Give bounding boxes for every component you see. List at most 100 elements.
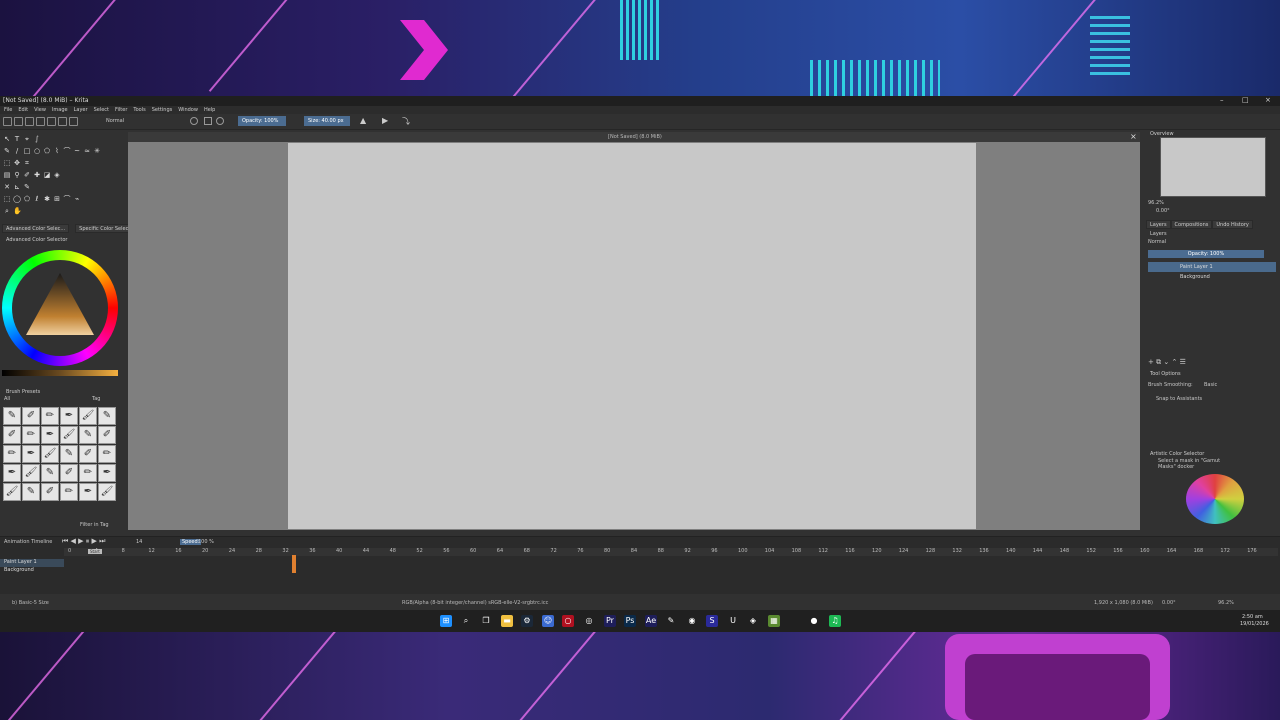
multibrush-icon[interactable]: ✳ [93, 147, 101, 155]
wrap-around-icon[interactable]: ⤵ [402, 116, 410, 127]
unreal-icon[interactable]: U [727, 615, 739, 627]
search-icon[interactable]: ⌕ [460, 615, 472, 627]
after-effects-icon[interactable]: Ae [645, 615, 657, 627]
snap-to-assistants-checkbox[interactable]: Snap to Assistants [1156, 396, 1202, 402]
brush-preset-tile[interactable]: ✏ [3, 445, 21, 463]
brush-preset-tile[interactable]: ✐ [79, 445, 97, 463]
transform-tool-icon[interactable]: ⬚ [3, 159, 11, 167]
spotify-icon[interactable]: ♫ [829, 615, 841, 627]
freehand-brush-icon[interactable]: ✎ [3, 147, 11, 155]
contiguous-select-icon[interactable]: ✱ [43, 195, 51, 203]
opacity-slider[interactable]: Opacity: 100% [238, 116, 286, 126]
minimize-button[interactable]: – [1220, 96, 1224, 104]
calligraphy-icon[interactable]: ∫ [33, 135, 41, 143]
color-picker-icon[interactable]: ⚲ [13, 171, 21, 179]
brush-preset-tile[interactable]: 🖌 [22, 464, 40, 482]
brush-preset-tile[interactable]: ✐ [98, 426, 116, 444]
filter-in-tag-checkbox[interactable]: Filter in Tag [80, 522, 109, 528]
brush-smoothing-select[interactable]: Basic [1204, 382, 1217, 388]
smart-patch-icon[interactable]: ✚ [33, 171, 41, 179]
unity-icon[interactable]: ◈ [747, 615, 759, 627]
pause-icon[interactable]: ⏸ [86, 537, 90, 545]
brush-preset-tile[interactable]: 🖌 [41, 445, 59, 463]
brush-preset-tile[interactable]: ✐ [3, 426, 21, 444]
tab-advanced-color-selector[interactable]: Advanced Color Selec... [2, 224, 70, 233]
layer-properties-icon[interactable]: ☰ [1180, 358, 1186, 366]
mirror-vertical-icon[interactable]: ▲ [360, 116, 366, 125]
menu-file[interactable]: File [4, 107, 12, 113]
close-document-icon[interactable]: × [1130, 132, 1137, 141]
tab-undo-history[interactable]: Undo History [1212, 220, 1253, 229]
next-frame-icon[interactable]: ▶ [92, 537, 97, 545]
measure-tool-icon[interactable]: ⊾ [13, 183, 21, 191]
zoom-tool-icon[interactable]: ⌕ [3, 207, 11, 215]
eraser-icon[interactable] [190, 117, 198, 125]
brush-preset-tile[interactable]: 🖌 [60, 426, 78, 444]
freehand-select-icon[interactable]: ℓ [33, 195, 41, 203]
zoom-status[interactable]: 96.2% [1218, 600, 1234, 606]
timeline-layer-row[interactable]: Paint Layer 1 [0, 559, 64, 567]
mirror-horizontal-icon[interactable]: ▶ [382, 116, 388, 125]
size-slider[interactable]: Size: 40.00 px [304, 116, 350, 126]
colorize-mask-icon[interactable]: ✐ [23, 171, 31, 179]
brush-preset-tile[interactable]: ✎ [79, 426, 97, 444]
overview-rotation[interactable]: 0.00° [1156, 208, 1170, 214]
current-frame-field[interactable]: 14 [136, 539, 142, 545]
brush-preset-tile[interactable]: 🖌 [3, 483, 21, 501]
move-layer-up-icon[interactable]: ⌃ [1171, 358, 1177, 366]
hue-ring[interactable] [2, 250, 118, 366]
text-tool-icon[interactable]: T [13, 135, 21, 143]
brush-preset-tile[interactable]: ✏ [79, 464, 97, 482]
clock-time[interactable]: 2:50 am [1242, 614, 1263, 620]
brush-preset-tile[interactable]: ✎ [98, 407, 116, 425]
rectangle-tool-icon[interactable]: □ [23, 147, 31, 155]
chrome-icon[interactable]: ◎ [583, 615, 595, 627]
gradient-tool-icon[interactable]: ▤ [3, 171, 11, 179]
brush-preset-tile[interactable]: ✎ [41, 464, 59, 482]
gradient-icon[interactable] [47, 117, 56, 126]
brush-preset-tile[interactable]: ✐ [60, 464, 78, 482]
drawing-canvas[interactable] [288, 143, 976, 529]
frame-ruler[interactable]: 0481216202428323640444852566064687276808… [64, 548, 1278, 556]
timeline-layer-row[interactable]: Background [0, 567, 64, 575]
speed-field[interactable]: 100 % [198, 539, 214, 545]
clock-date[interactable]: 19/01/2026 [1240, 621, 1269, 627]
close-button[interactable]: × [1265, 96, 1271, 104]
fill-tool-icon[interactable]: ◪ [43, 171, 51, 179]
pan-tool-icon[interactable]: ✋ [13, 207, 22, 215]
bezier-select-icon[interactable]: ⌒ [63, 195, 71, 203]
brush-preset-tile[interactable]: ✐ [41, 483, 59, 501]
task-view-icon[interactable]: ❐ [480, 615, 492, 627]
brush-preset-tile[interactable]: ✎ [60, 445, 78, 463]
brush-filter-select[interactable]: All [4, 396, 10, 402]
ellipse-select-icon[interactable]: ◯ [13, 195, 21, 203]
menu-window[interactable]: Window [178, 107, 198, 113]
artistic-color-wheel[interactable] [1186, 474, 1244, 524]
assistant-tool-icon[interactable]: ✕ [3, 183, 11, 191]
menu-filter[interactable]: Filter [115, 107, 127, 113]
previous-frame-icon[interactable]: ◀ [71, 537, 76, 545]
saturation-value-triangle[interactable] [26, 273, 94, 335]
select-shapes-icon[interactable]: ↖ [3, 135, 11, 143]
overview-thumbnail[interactable] [1160, 137, 1266, 197]
brush-preset-tile[interactable]: ✏ [98, 445, 116, 463]
similar-select-icon[interactable]: ⊞ [53, 195, 61, 203]
crop-tool-icon[interactable]: ⌗ [23, 159, 31, 167]
brush-preset-tile[interactable]: ✏ [41, 407, 59, 425]
first-frame-icon[interactable]: ⏮ [62, 537, 68, 545]
duplicate-layer-icon[interactable]: ⧉ [1156, 358, 1161, 366]
brush-preset-tile[interactable]: ✐ [22, 407, 40, 425]
polygon-tool-icon[interactable]: ⬠ [43, 147, 51, 155]
preserve-alpha-icon[interactable] [204, 117, 212, 125]
brush-preset-tile[interactable]: ✏ [22, 426, 40, 444]
blend-mode-select[interactable]: Normal [106, 118, 124, 124]
freehand-path-icon[interactable]: ~ [73, 147, 81, 155]
obs-icon[interactable]: ● [808, 615, 820, 627]
move-layer-down-icon[interactable]: ⌄ [1163, 358, 1169, 366]
steam-icon[interactable]: ⚙ [521, 615, 533, 627]
brush-preset-icon[interactable] [58, 117, 67, 126]
last-frame-icon[interactable]: ⏭ [99, 537, 105, 545]
menu-image[interactable]: Image [52, 107, 68, 113]
polygon-select-icon[interactable]: ⬠ [23, 195, 31, 203]
reset-icon[interactable] [216, 117, 224, 125]
